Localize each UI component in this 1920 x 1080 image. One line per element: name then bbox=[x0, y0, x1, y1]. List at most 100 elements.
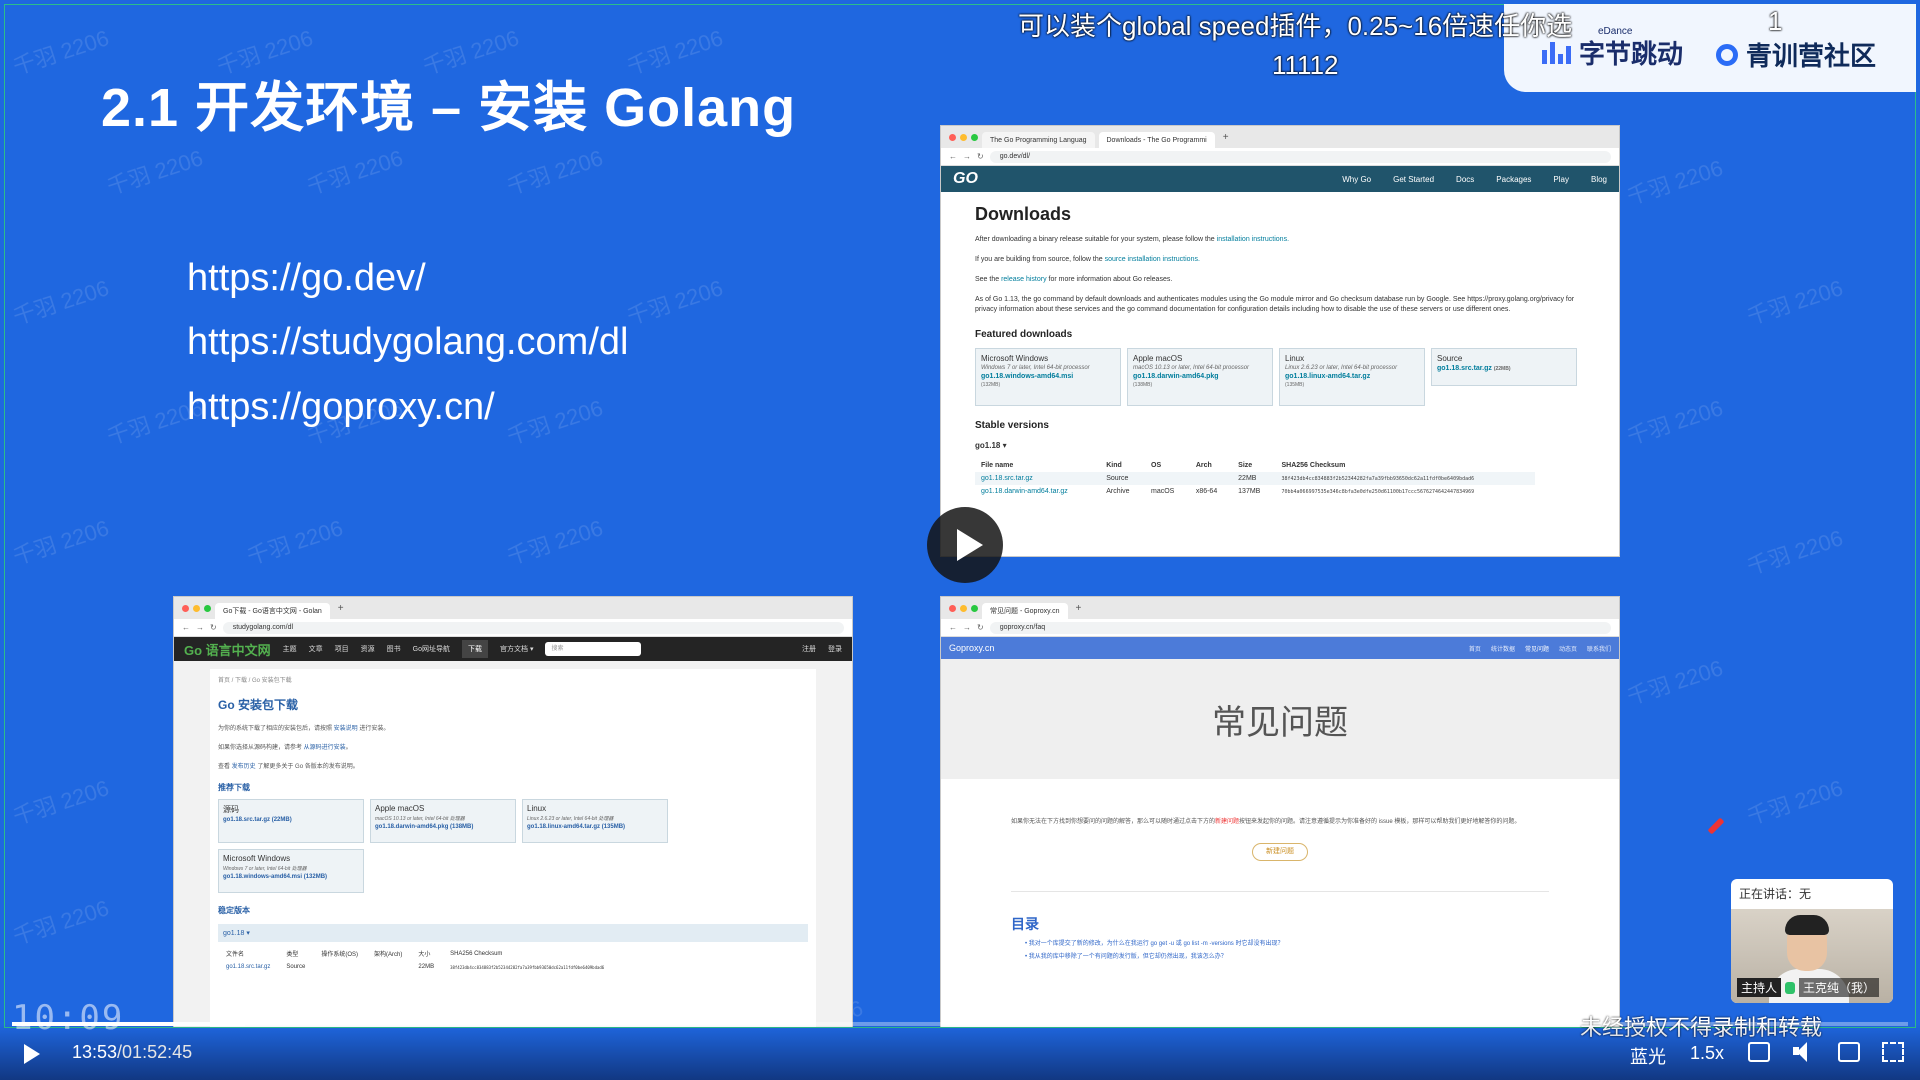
browser-tab-bar: The Go Programming Languag Downloads - T… bbox=[941, 126, 1619, 148]
address-bar: ← → ↻ go.dev/dl/ bbox=[941, 148, 1619, 166]
featured-downloads-heading: Featured downloads bbox=[975, 329, 1073, 340]
back-icon: ← bbox=[182, 623, 190, 632]
paragraph: 查看 发布历史 了解更多关于 Go 各版本的发布说明。 bbox=[218, 764, 359, 770]
browser-tab-active: Downloads - The Go Programmi bbox=[1098, 132, 1215, 148]
watermark: 千羽 2206 bbox=[244, 515, 346, 570]
nav-item-faq: 常见问题 bbox=[1524, 646, 1549, 653]
download-card-windows: Microsoft Windows Windows 7 or later, Int… bbox=[218, 849, 364, 893]
nav-why-go: Why Go bbox=[1342, 174, 1372, 184]
download-card-source: Source go1.18.src.tar.gz (22MB) bbox=[1431, 348, 1577, 386]
play-overlay-button[interactable] bbox=[927, 507, 1003, 583]
browser-tab-active: Go下载 - Go语言中文网 - Golan bbox=[215, 603, 330, 619]
download-card-linux: Linux Linux 2.6.23 or later, Intel 64-bit… bbox=[522, 799, 668, 843]
new-tab-icon: + bbox=[337, 602, 344, 614]
danmaku-comment: 可以装个global speed插件，0.25~16倍速任你选 bbox=[1018, 11, 1573, 41]
speaker-video-widget[interactable]: 正在讲话：无 主持人 王克纯（我） bbox=[1731, 879, 1893, 1003]
nav-item: 文章 bbox=[308, 646, 323, 653]
watermark: 千羽 2206 bbox=[304, 145, 406, 200]
address-bar: ← → ↻ studygolang.com/dl bbox=[174, 619, 852, 637]
go-logo: GO bbox=[953, 170, 978, 187]
featured-heading: 推荐下载 bbox=[218, 783, 250, 792]
volume-icon[interactable] bbox=[1793, 1042, 1815, 1062]
paragraph: 为你的系统下载了相应的安装包后，请按照 安装说明 进行安装。 bbox=[218, 726, 390, 732]
search-input: 搜索 bbox=[545, 642, 642, 656]
paragraph: As of Go 1.13, the go command by default… bbox=[975, 296, 1575, 313]
toc-item: • 我对一个库提交了新的修改，为什么在我运行 go get -u 或 go li… bbox=[1025, 941, 1284, 947]
paragraph: After downloading a binary release suita… bbox=[975, 236, 1290, 243]
danmaku-comment: 1 bbox=[1768, 6, 1783, 36]
reload-icon: ↻ bbox=[977, 152, 984, 161]
nav-item: 主题 bbox=[282, 646, 297, 653]
time-display: 13:53/01:52:45 bbox=[72, 1042, 193, 1062]
reload-icon: ↻ bbox=[210, 623, 217, 632]
paragraph: See the release history for more informa… bbox=[975, 276, 1173, 283]
login-link: 登录 bbox=[828, 646, 842, 653]
nav-item: 图书 bbox=[386, 646, 401, 653]
browser-tab-active: 常见问题 - Goproxy.cn bbox=[982, 603, 1068, 619]
screenshot-studygolang-downloads: Go下载 - Go语言中文网 - Golan + ← → ↻ studygolang… bbox=[173, 596, 853, 1027]
downloads-table: 文件名 类型 操作系统(OS) 架构(Arch) 大小 SHA256 Checksum g… bbox=[218, 946, 612, 973]
speaking-status: 正在讲话：无 bbox=[1739, 887, 1812, 901]
toc-heading: 目录 bbox=[1011, 916, 1039, 932]
paragraph: If you are building from source, follow … bbox=[975, 256, 1200, 263]
watermark: 千羽 2206 bbox=[1624, 155, 1726, 210]
url-field: goproxy.cn/faq bbox=[989, 621, 1611, 634]
page-title: Go 安装包下载 bbox=[218, 698, 298, 712]
picture-in-picture-icon[interactable] bbox=[1838, 1042, 1860, 1062]
goproxy-navbar: Goproxy.cn 首页 统计数据 常见问题 动态页 联系我们 bbox=[941, 637, 1619, 659]
browser-tab-bar: 常见问题 - Goproxy.cn + bbox=[941, 597, 1619, 619]
watermark: 千羽 2206 bbox=[10, 25, 112, 80]
nav-item: 首页 bbox=[1468, 646, 1481, 653]
qingxun-icon bbox=[1716, 43, 1738, 66]
version-toggle: go1.18 ▾ bbox=[975, 441, 1007, 450]
watermark: 千羽 2206 bbox=[1744, 275, 1846, 330]
watermark: 千羽 2206 bbox=[104, 145, 206, 200]
download-card-windows: Microsoft Windows Windows 7 or later, Int… bbox=[975, 348, 1121, 406]
forward-icon: → bbox=[963, 623, 971, 632]
new-tab-icon: + bbox=[1075, 602, 1082, 614]
reload-icon: ↻ bbox=[977, 623, 984, 632]
table-row: go1.18.src.tar.gz Source 22MB 38f423db4cc83… bbox=[226, 964, 605, 970]
download-card-macos: Apple macOS macOS 10.13 or later, Intel 6… bbox=[1127, 348, 1273, 406]
goproxy-brand: Goproxy.cn bbox=[949, 643, 995, 653]
slide: 千羽 2206 千羽 2206 千羽 2206 千羽 2206 千羽 2206 … bbox=[4, 4, 1916, 1028]
nav-item: Go网址导航 bbox=[412, 646, 451, 653]
studygolang-logo: Go 语言中文网 bbox=[184, 642, 271, 658]
forward-icon: → bbox=[196, 623, 204, 632]
forward-icon: → bbox=[963, 152, 971, 161]
faq-hero-title: 常见问题 bbox=[941, 659, 1619, 779]
host-tag: 主持人 王克纯（我） bbox=[1737, 978, 1880, 997]
progress-bar[interactable] bbox=[12, 1022, 1908, 1026]
url-go-dev: https://go.dev/ bbox=[187, 257, 426, 299]
nav-item: 官方文档 ▾ bbox=[500, 646, 534, 653]
fullscreen-icon[interactable] bbox=[1882, 1042, 1904, 1062]
version-toggle: go1.18 ▾ bbox=[218, 924, 808, 942]
nav-blog: Blog bbox=[1590, 174, 1607, 184]
screenshot-go-dev-downloads: The Go Programming Languag Downloads - T… bbox=[940, 125, 1620, 557]
subtitle-icon[interactable] bbox=[1748, 1042, 1770, 1062]
screenshot-goproxy-faq: 常见问题 - Goproxy.cn + ← → ↻ goproxy.cn/faq G… bbox=[940, 596, 1620, 1027]
go-dev-navbar: GO Why Go Get Started Docs Packages Play… bbox=[941, 166, 1619, 192]
toc-item: • 我从我的库中移除了一个有问题的发行版，但它却仍然出现，我该怎么办？ bbox=[1025, 954, 1227, 960]
play-icon[interactable] bbox=[24, 1044, 40, 1064]
table-row: go1.18.darwin-amd64.tar.gz Archive macOS x8… bbox=[981, 488, 1475, 495]
watermark: 千羽 2206 bbox=[10, 275, 112, 330]
nav-item: 资源 bbox=[360, 646, 375, 653]
speaker-video: 主持人 王克纯（我） bbox=[1731, 909, 1893, 1003]
nav-play: Play bbox=[1553, 174, 1569, 184]
quality-button[interactable]: 蓝光 bbox=[1630, 1043, 1666, 1069]
new-issue-button: 新建问题 bbox=[1252, 843, 1308, 861]
url-goproxy: https://goproxy.cn/ bbox=[187, 386, 495, 428]
table-row: go1.18.src.tar.gz Source 22MB 38f423db4cc83… bbox=[975, 472, 1535, 485]
download-card-source: 源码 go1.18.src.tar.gz (22MB) bbox=[218, 799, 364, 843]
url-field: studygolang.com/dl bbox=[222, 621, 844, 634]
speed-button[interactable]: 1.5x bbox=[1690, 1043, 1724, 1064]
faq-intro: 如果你无法在下方找到你想要问的问题的解答，那么可以随时通过点击下方的新建问题按钮… bbox=[1011, 819, 1521, 825]
watermark: 千羽 2206 bbox=[1624, 655, 1726, 710]
stable-versions-heading: Stable versions bbox=[975, 420, 1049, 431]
studygolang-navbar: Go 语言中文网 主题 文章 项目 资源 图书 Go网址导航 下载 官方文档 ▾… bbox=[174, 637, 852, 661]
nav-packages: Packages bbox=[1496, 174, 1532, 184]
qingxun-logo: 青训营社区 bbox=[1716, 36, 1876, 73]
back-icon: ← bbox=[949, 152, 957, 161]
browser-tab-bar: Go下载 - Go语言中文网 - Golan + bbox=[174, 597, 852, 619]
